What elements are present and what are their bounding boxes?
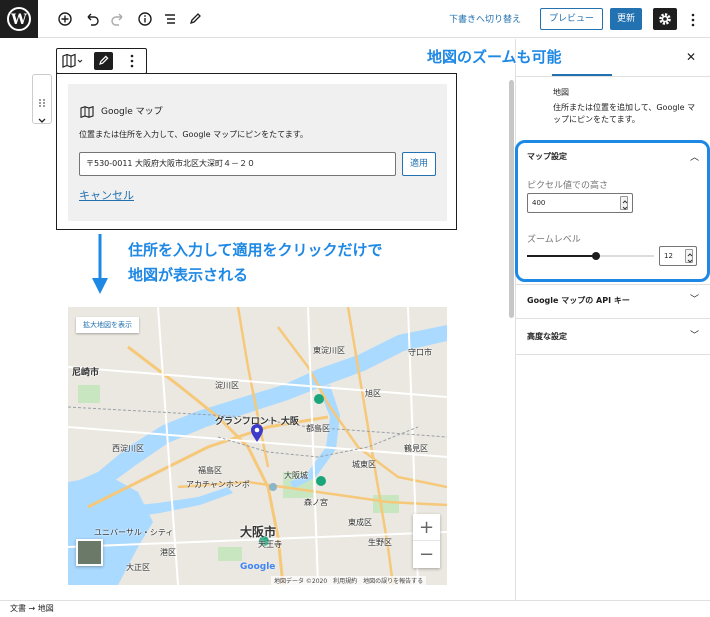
map-icon (80, 103, 94, 119)
annotation-apply-line2: 地図が表示される (128, 266, 249, 284)
zoom-stepper[interactable] (685, 249, 693, 263)
svg-text:W: W (10, 12, 27, 28)
height-stepper[interactable] (620, 196, 628, 210)
cancel-link[interactable]: キャンセル (79, 187, 134, 203)
zoom-out-icon[interactable]: − (413, 541, 440, 568)
annotation-zoom: 地図のズームも可能 (427, 48, 562, 66)
map-label: 西淀川区 (112, 444, 144, 453)
zoom-slider-thumb[interactable] (592, 252, 600, 260)
info-icon[interactable] (135, 9, 155, 29)
advanced-panel-title[interactable]: 高度な設定 (527, 331, 567, 342)
annotation-arrow-down-icon (90, 232, 110, 298)
map-settings-panel-title[interactable]: マップ設定 (527, 151, 567, 162)
block-type-map-icon[interactable] (61, 53, 83, 69)
sidebar-divider (515, 354, 710, 355)
chevron-down-icon[interactable]: ﹀ (690, 328, 699, 341)
settings-gear-icon[interactable] (653, 8, 677, 30)
sidebar-divider (515, 284, 710, 285)
height-input[interactable]: 400 (527, 193, 633, 213)
apply-button[interactable]: 適用 (402, 152, 436, 176)
api-key-panel-title[interactable]: Google マップの API キー (527, 295, 630, 306)
block-card-description: 住所または位置を追加して、Google マップにピンをたてます。 (553, 103, 696, 124)
undo-icon[interactable] (82, 9, 102, 29)
update-button[interactable]: 更新 (610, 8, 642, 30)
wordpress-logo-icon[interactable]: W (0, 0, 38, 38)
block-toolbar (56, 48, 147, 74)
map-label: 大阪城 (284, 471, 308, 480)
block-card-title: 地図 (553, 88, 569, 97)
map-label: 旭区 (365, 389, 381, 398)
chevron-up-icon[interactable]: ︿ (690, 150, 699, 163)
annotation-apply-line1: 住所を入力して適用をクリックだけで (128, 241, 383, 259)
sidebar-tabs-divider (515, 76, 710, 77)
map-label: 港区 (160, 548, 176, 557)
map-label: ユニバーサル・シティ (94, 528, 174, 537)
satellite-toggle[interactable] (76, 539, 103, 566)
map-label: 城東区 (352, 460, 376, 469)
map-label: 福島区 (198, 466, 222, 475)
pixel-height-label: ピクセル値での高さ (527, 181, 609, 191)
edit-pencil-icon[interactable] (185, 9, 205, 29)
map-label: 森ノ宮 (304, 498, 328, 507)
add-block-icon[interactable] (55, 9, 75, 29)
list-view-icon[interactable] (160, 9, 180, 29)
map-zoom-control: + − (413, 514, 440, 568)
map-label: 天王寺 (258, 540, 282, 549)
block-breadcrumb[interactable]: 文書 → 地図 (10, 603, 54, 614)
google-logo: Google (240, 562, 276, 572)
map-label: 大阪市 (240, 525, 277, 539)
map-label: 淀川区 (215, 381, 239, 390)
editor-footer (0, 600, 710, 617)
top-toolbar (0, 0, 710, 38)
block-mover (32, 74, 52, 124)
map-label: 大正区 (126, 563, 150, 572)
map-label: 東淀川区 (313, 346, 345, 355)
zoom-slider-fill (527, 255, 596, 257)
google-map[interactable]: 拡大地図を表示 尼崎市 東淀川区 守口市 淀川区 旭区 グランフロント 大阪 都… (68, 307, 447, 585)
zoom-level-label: ズームレベル (527, 235, 581, 245)
map-label: 東成区 (348, 518, 372, 527)
drag-handle-icon[interactable] (38, 93, 46, 107)
map-label: 生野区 (368, 538, 392, 547)
map-label: アカチャンホンポ (186, 480, 250, 489)
placeholder-title: Google マップ (101, 107, 163, 117)
map-label: 尼崎市 (72, 368, 100, 378)
map-attribution[interactable]: 地図データ ©2020 利用規約 地図の誤りを報告する (271, 576, 427, 585)
sidebar-divider (515, 318, 710, 319)
move-down-icon[interactable] (37, 110, 47, 123)
block-more-options-icon[interactable] (129, 53, 135, 69)
map-label: 守口市 (408, 348, 432, 357)
preview-button[interactable]: プレビュー (540, 8, 603, 30)
address-input[interactable]: 〒530-0011 大阪府大阪市北区大深町４－２０ (79, 152, 396, 176)
enlarge-map-link[interactable]: 拡大地図を表示 (76, 317, 139, 333)
switch-to-draft-link[interactable]: 下書きへ切り替え (449, 12, 521, 25)
chevron-down-icon[interactable]: ﹀ (690, 292, 699, 305)
more-options-icon[interactable] (689, 12, 697, 28)
zoom-in-icon[interactable]: + (413, 514, 440, 541)
map-pin-icon[interactable] (250, 423, 264, 443)
editor-scrollbar[interactable] (509, 80, 514, 318)
redo-icon[interactable] (108, 9, 128, 29)
placeholder-instructions: 位置または住所を入力して、Google マップにピンをたてます。 (79, 130, 308, 139)
map-label: 鶴見区 (404, 444, 428, 453)
edit-mode-pencil-icon[interactable] (94, 52, 113, 70)
close-icon[interactable]: ✕ (686, 50, 696, 64)
map-label: 都島区 (306, 424, 330, 433)
